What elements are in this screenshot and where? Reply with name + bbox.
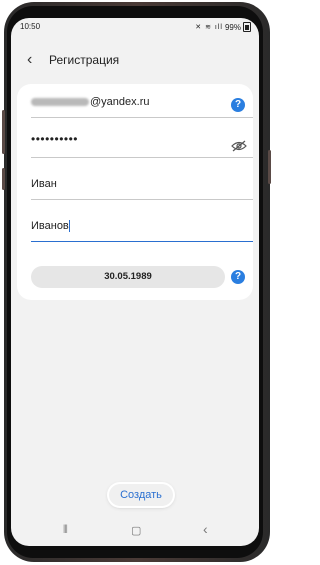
back-arrow-icon[interactable]: ‹ [27, 51, 32, 69]
first-name-underline [31, 199, 253, 200]
last-name-value: Иванов [31, 220, 70, 233]
home-icon[interactable]: ▢ [131, 524, 141, 537]
create-button[interactable]: Создать [109, 484, 173, 506]
email-field[interactable]: @yandex.ru [31, 90, 253, 118]
password-field[interactable]: •••••••••• [31, 130, 253, 158]
battery-percent: 99% [224, 22, 241, 32]
text-cursor [68, 220, 70, 233]
nav-back-icon[interactable]: ‹ [203, 521, 208, 537]
email-help-icon[interactable]: ? [231, 98, 245, 112]
last-name-text: Иванов [31, 220, 69, 232]
status-time: 10:50 [20, 22, 41, 31]
page-title: Регистрация [49, 53, 120, 67]
password-value: •••••••••• [31, 132, 79, 146]
recent-apps-icon[interactable]: ⦀ [63, 524, 68, 537]
header: ‹ Регистрация [11, 46, 259, 74]
status-right: ✕ ≋ ıll 99% [195, 22, 251, 32]
birth-date-picker[interactable]: 30.05.1989 [31, 266, 225, 288]
email-underline [31, 117, 253, 118]
battery-icon [243, 22, 251, 32]
last-name-underline [31, 240, 253, 242]
power-button [268, 150, 271, 184]
email-domain: @yandex.ru [90, 96, 150, 108]
first-name-field[interactable]: Иван [31, 172, 253, 200]
phone-screen: 10:50 ✕ ≋ ıll 99% ‹ Регистрация @yandex.… [11, 18, 259, 546]
first-name-value: Иван [31, 178, 57, 190]
last-name-field[interactable]: Иванов [31, 214, 253, 242]
signal-icons: ✕ ≋ ıll [195, 24, 223, 31]
eye-slash-icon[interactable] [231, 140, 247, 152]
navigation-bar: ⦀ ▢ ‹ [11, 520, 259, 542]
bixby-button [2, 168, 5, 190]
password-underline [31, 157, 253, 158]
registration-form: @yandex.ru ? •••••••••• Иван Иванов 30.0… [17, 84, 253, 300]
birth-date-help-icon[interactable]: ? [231, 270, 245, 284]
email-value: @yandex.ru [31, 96, 149, 108]
email-username-blurred [31, 98, 89, 107]
volume-button [2, 110, 5, 154]
status-bar: 10:50 ✕ ≋ ıll 99% [11, 18, 259, 34]
